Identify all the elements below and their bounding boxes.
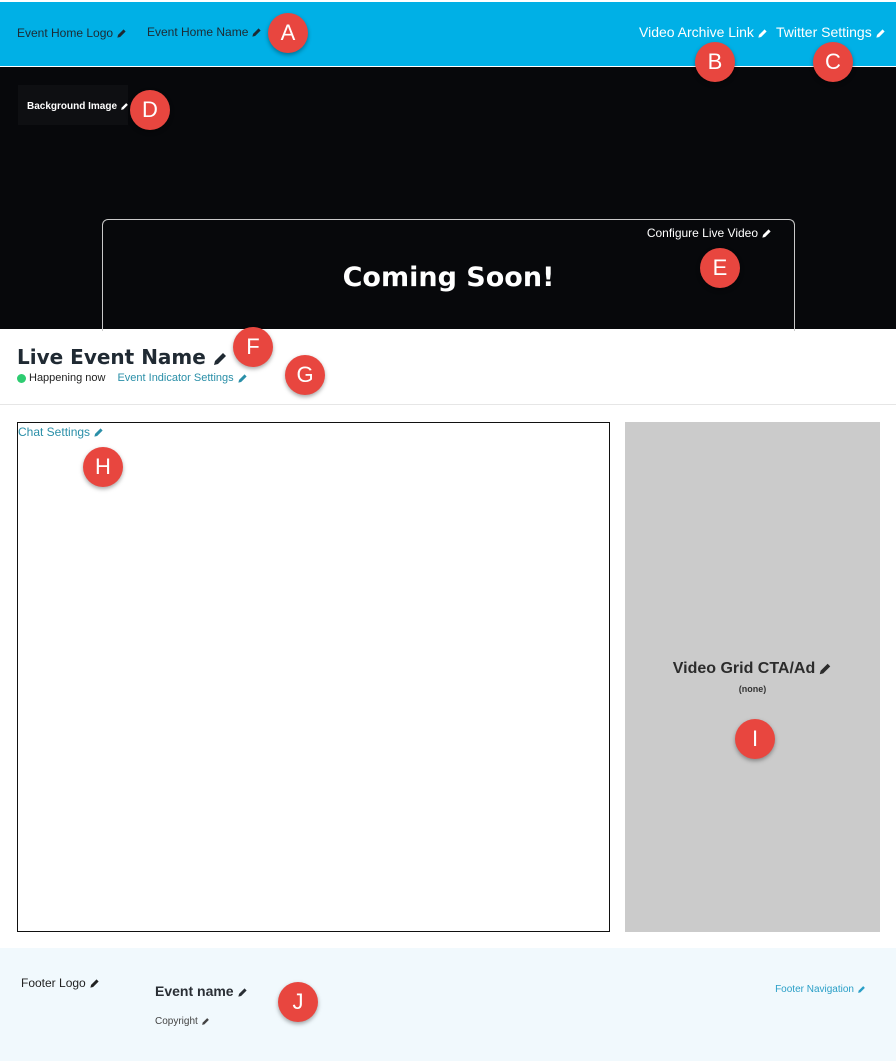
- marker-d: D: [130, 90, 170, 130]
- marker-f: F: [233, 327, 273, 367]
- pencil-icon[interactable]: [116, 28, 127, 39]
- footer-event-name-label: Event name: [155, 983, 234, 999]
- video-grid-cta-subtitle: (none): [738, 684, 767, 694]
- marker-i: I: [735, 719, 775, 759]
- pencil-icon[interactable]: [93, 427, 104, 438]
- configure-live-video-label: Configure Live Video: [646, 226, 758, 240]
- video-archive-link-label: Video Archive Link: [639, 24, 754, 40]
- chat-settings-label: Chat Settings: [18, 425, 91, 439]
- footer-logo[interactable]: Footer Logo: [21, 976, 100, 990]
- pencil-icon[interactable]: [212, 351, 228, 367]
- event-home-name-label: Event Home Name: [147, 25, 249, 39]
- background-image-setting[interactable]: Background Image: [18, 85, 128, 125]
- event-home-logo-label: Event Home Logo: [17, 26, 114, 40]
- video-grid-cta-label: Video Grid CTA/Ad: [672, 660, 816, 677]
- marker-j: J: [278, 982, 318, 1022]
- pencil-icon[interactable]: [89, 978, 100, 989]
- pencil-icon[interactable]: [875, 28, 886, 39]
- marker-a: A: [268, 13, 308, 53]
- twitter-settings-label: Twitter Settings: [776, 24, 872, 40]
- pencil-icon[interactable]: [237, 987, 248, 998]
- event-home-logo[interactable]: Event Home Logo: [17, 26, 127, 40]
- footer-event-name[interactable]: Event name: [155, 983, 248, 999]
- footer-logo-label: Footer Logo: [21, 976, 86, 990]
- pencil-icon[interactable]: [251, 27, 262, 38]
- status-dot-icon: [17, 373, 26, 383]
- video-grid-cta-title[interactable]: Video Grid CTA/Ad: [625, 660, 880, 678]
- marker-h: H: [83, 447, 123, 487]
- pencil-icon[interactable]: [237, 373, 248, 384]
- twitter-settings[interactable]: Twitter Settings: [776, 24, 886, 40]
- background-image-label: Background Image: [27, 101, 118, 112]
- marker-b: B: [695, 42, 735, 82]
- video-archive-link[interactable]: Video Archive Link: [639, 24, 768, 40]
- event-home-name[interactable]: Event Home Name: [147, 25, 262, 39]
- pencil-icon[interactable]: [761, 228, 772, 239]
- pencil-icon[interactable]: [201, 1017, 210, 1026]
- footer-navigation-link[interactable]: Footer Navigation: [775, 984, 866, 995]
- footer-copyright[interactable]: Copyright: [155, 1016, 210, 1027]
- pencil-icon[interactable]: [857, 985, 866, 994]
- video-grid-cta-panel: Video Grid CTA/Ad (none): [625, 422, 880, 932]
- marker-e: E: [700, 248, 740, 288]
- chat-settings-link[interactable]: Chat Settings: [18, 425, 104, 439]
- footer: Footer Logo Event name Copyright Footer …: [0, 948, 896, 1061]
- pencil-icon[interactable]: [120, 102, 129, 111]
- top-header-bar: Event Home Logo Event Home Name Video Ar…: [0, 2, 896, 66]
- pencil-icon[interactable]: [757, 28, 768, 39]
- marker-g: G: [285, 355, 325, 395]
- status-text: Happening now: [29, 372, 106, 385]
- live-event-name-text: Live Event Name: [17, 345, 206, 369]
- event-info-section: Live Event Name Happening now Event Indic…: [0, 329, 896, 405]
- event-indicator-settings-label: Event Indicator Settings: [117, 372, 234, 385]
- chat-panel: Chat Settings: [17, 422, 610, 932]
- event-status-row: Happening now Event Indicator Settings: [17, 372, 248, 384]
- event-indicator-settings-link[interactable]: Event Indicator Settings: [117, 372, 247, 384]
- marker-c: C: [813, 42, 853, 82]
- footer-copyright-label: Copyright: [155, 1016, 198, 1027]
- live-event-name[interactable]: Live Event Name: [17, 345, 228, 369]
- configure-live-video[interactable]: Configure Live Video: [647, 226, 772, 240]
- pencil-icon[interactable]: [818, 662, 832, 676]
- coming-soon-text: Coming Soon!: [342, 262, 555, 293]
- footer-navigation-label: Footer Navigation: [775, 984, 854, 995]
- live-video-frame: Configure Live Video Coming Soon!: [102, 219, 795, 331]
